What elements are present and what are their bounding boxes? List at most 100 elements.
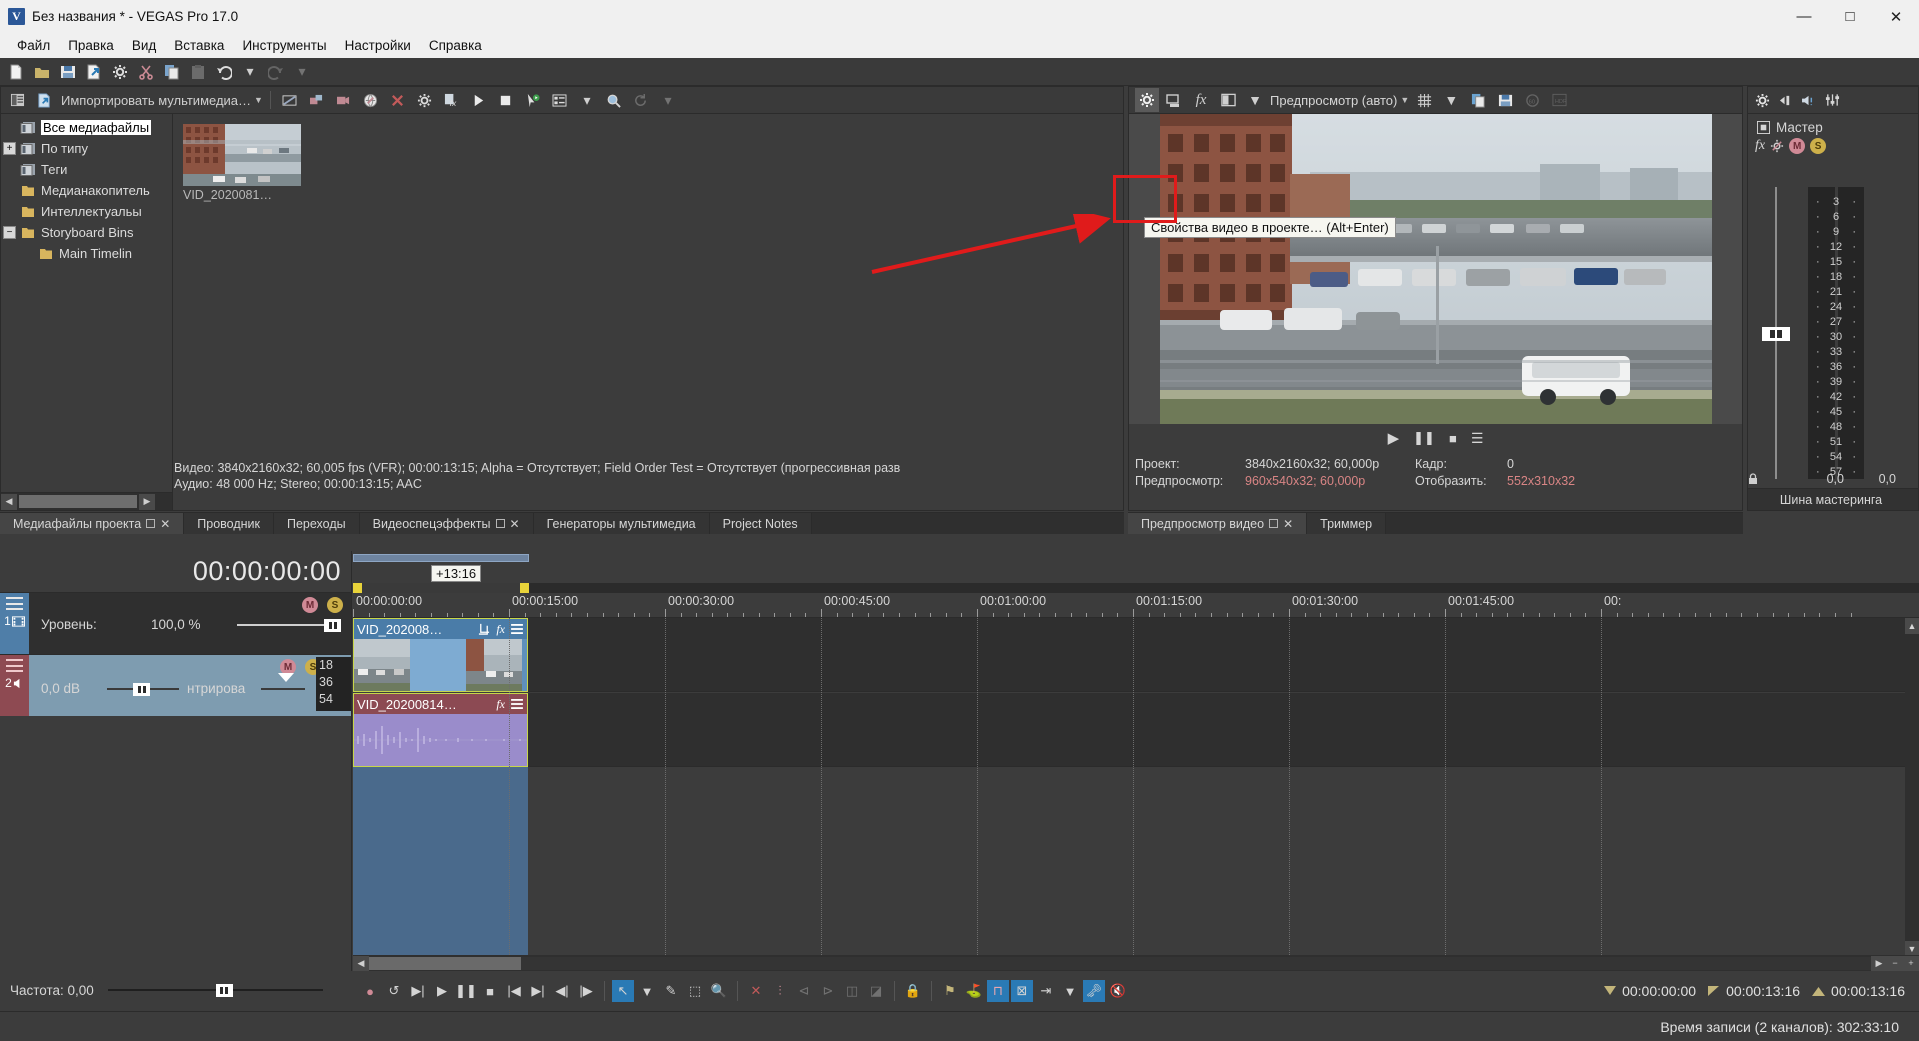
preview-menu-button[interactable]: ☰	[1471, 430, 1484, 447]
scroll-left-button[interactable]: ◀	[1, 493, 17, 510]
redo-icon[interactable]	[264, 60, 288, 84]
extract-audio-cd-icon[interactable]	[332, 88, 356, 112]
select-tool-icon[interactable]	[521, 88, 545, 112]
tree-node-tags[interactable]: Теги	[1, 159, 172, 180]
paste-icon[interactable]	[186, 60, 210, 84]
menu-tools[interactable]: Инструменты	[233, 35, 335, 56]
menu-file[interactable]: Файл	[8, 35, 59, 56]
envelope-edit-tool-button[interactable]: ✎	[660, 980, 682, 1002]
scroll-track[interactable]	[369, 956, 1871, 970]
play-from-start-button[interactable]: ▶|	[407, 980, 429, 1002]
tab-video-fx[interactable]: Видеоспецэффекты ✕	[359, 513, 534, 534]
insert-region-button[interactable]: ⛳	[963, 980, 985, 1002]
menu-insert[interactable]: Вставка	[165, 35, 233, 56]
tab-video-preview[interactable]: Предпросмотр видео ✕	[1128, 513, 1308, 534]
edit-tool-dropdown-button[interactable]: ▼	[636, 980, 658, 1002]
maximize-button[interactable]: □	[1827, 0, 1873, 33]
scroll-thumb[interactable]	[369, 956, 521, 970]
trim-start-button[interactable]: ⊲	[793, 980, 815, 1002]
track-pan-slider[interactable]	[261, 672, 305, 697]
remove-media-icon[interactable]	[386, 88, 410, 112]
loop-start-flag[interactable]	[353, 583, 362, 593]
close-button[interactable]: ✕	[1873, 0, 1919, 33]
refresh-icon[interactable]	[629, 88, 653, 112]
split-screen-dropdown-icon[interactable]: ▼	[1243, 88, 1267, 112]
clip-menu-icon[interactable]	[511, 699, 523, 709]
delete-selection-button[interactable]: ✕	[745, 980, 767, 1002]
undo-icon[interactable]	[212, 60, 236, 84]
pan-crop-icon[interactable]	[478, 623, 490, 635]
slider-knob[interactable]	[215, 983, 233, 997]
go-to-start-button[interactable]: |◀	[503, 980, 525, 1002]
tree-node-main-timeline[interactable]: Main Timelin	[1, 243, 172, 264]
loop-region-bar[interactable]	[353, 583, 1919, 593]
auto-ripple-button[interactable]: ⊠	[1011, 980, 1033, 1002]
scroll-up-button[interactable]: ▲	[1905, 618, 1919, 634]
undo-dropdown-icon[interactable]: ▾	[238, 60, 262, 84]
split-screen-icon[interactable]	[1216, 88, 1240, 112]
tree-expander[interactable]: +	[3, 142, 16, 155]
overlays-dropdown-icon[interactable]: ▼	[1439, 88, 1463, 112]
close-icon[interactable]: ✕	[510, 517, 520, 531]
preview-video-frame[interactable]	[1159, 114, 1712, 424]
fx-icon[interactable]: fx	[1755, 138, 1765, 154]
mute-icon[interactable]: M	[302, 597, 318, 613]
track-number-video[interactable]: 1	[0, 593, 29, 654]
close-icon[interactable]: ✕	[1283, 517, 1293, 531]
scroll-right-button[interactable]: ▶	[139, 493, 155, 510]
menu-help[interactable]: Справка	[420, 35, 491, 56]
track-header-video[interactable]: 1 M S Уровень: 100,0 %	[0, 592, 351, 654]
search-media-icon[interactable]	[602, 88, 626, 112]
tree-expander[interactable]	[21, 247, 34, 260]
open-project-icon[interactable]	[30, 60, 54, 84]
mute-icon[interactable]: M	[1789, 138, 1806, 154]
crossfade-left-button[interactable]: ◫	[841, 980, 863, 1002]
hdr-icon[interactable]: HDR	[1547, 88, 1571, 112]
views-dropdown-icon[interactable]: ▾	[575, 88, 599, 112]
zoom-out-button[interactable]: −	[1887, 955, 1903, 971]
save-snapshot-icon[interactable]	[1493, 88, 1517, 112]
scroll-thumb[interactable]	[19, 495, 137, 508]
track-volume-slider[interactable]	[107, 682, 179, 696]
tree-expander[interactable]	[3, 205, 16, 218]
scroll-right-button[interactable]: ▶	[1871, 955, 1887, 971]
media-item[interactable]: VID_2020081…	[183, 124, 301, 204]
preview-quality-label[interactable]: Предпросмотр (авто)	[1270, 93, 1397, 108]
copy-snapshot-icon[interactable]	[1466, 88, 1490, 112]
tab-project-media[interactable]: Медиафайлы проекта ✕	[0, 513, 185, 534]
stop-preview-icon[interactable]	[494, 88, 518, 112]
master-meters[interactable]: 36912151821242730333639424548515457	[1808, 187, 1864, 479]
close-icon[interactable]: ✕	[160, 517, 170, 531]
lock-aspect-button[interactable]: 🗝	[1083, 980, 1105, 1002]
preview-quality-dropdown-icon[interactable]: ▼	[1400, 95, 1409, 105]
tree-node-smart-bins[interactable]: Интеллектуальы	[1, 201, 172, 222]
save-project-icon[interactable]	[56, 60, 80, 84]
tree-node-by-type[interactable]: + По типу	[1, 138, 172, 159]
minimize-button[interactable]: —	[1781, 0, 1827, 33]
menu-view[interactable]: Вид	[123, 35, 165, 56]
get-media-from-web-icon[interactable]	[359, 88, 383, 112]
time-ruler[interactable]: 00:00:00:00 00:00:15:00 00:00:30:00 00:00:4…	[353, 593, 1919, 618]
import-dropdown-icon[interactable]: ▼	[254, 95, 263, 105]
marker-row[interactable]: +13:16	[353, 565, 1919, 583]
track-menu-icon[interactable]	[6, 597, 23, 610]
ripple-dropdown-button[interactable]: ▼	[1059, 980, 1081, 1002]
record-button[interactable]: ●	[359, 980, 381, 1002]
timeline-horizontal-scrollbar[interactable]: ◀ ▶ − +	[353, 955, 1919, 971]
timeline-clip-video[interactable]: VID_202008… fx	[353, 618, 528, 692]
views-icon[interactable]	[548, 88, 572, 112]
menu-options[interactable]: Настройки	[336, 35, 420, 56]
stop-button[interactable]: ■	[479, 980, 501, 1002]
loop-end-flag[interactable]	[520, 583, 529, 593]
float-icon[interactable]	[1269, 519, 1279, 528]
tree-node-media-storage[interactable]: Медианакопитель	[1, 180, 172, 201]
track-menu-icon[interactable]	[6, 659, 23, 672]
copy-icon[interactable]	[160, 60, 184, 84]
lock-envelopes-button[interactable]: 🔒	[902, 980, 924, 1002]
tree-horizontal-scrollbar[interactable]: ◀ ▶	[1, 492, 172, 510]
clip-header[interactable]: VID_20200814… fx	[354, 694, 527, 714]
solo-icon[interactable]: S	[327, 597, 343, 613]
scroll-left-button[interactable]: ◀	[353, 955, 369, 971]
pause-button[interactable]: ❚❚	[1413, 430, 1435, 446]
automation-settings-icon[interactable]	[1770, 139, 1784, 153]
